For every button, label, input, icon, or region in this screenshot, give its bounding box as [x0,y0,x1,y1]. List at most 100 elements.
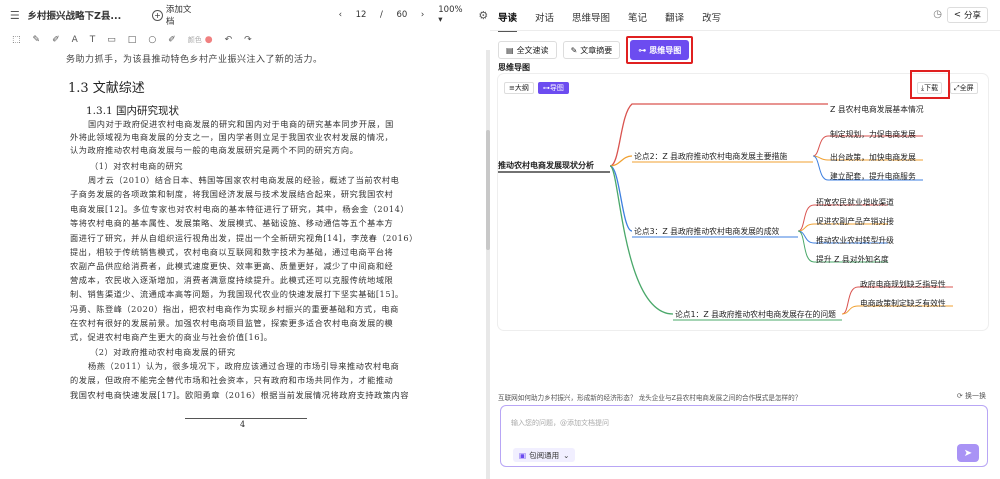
mindmap-highlight-box: ⊶ 思维导图 [626,36,694,64]
send-icon: ➤ [963,447,973,459]
model-icon: ▣ [519,450,527,460]
tab-translate[interactable]: 翻译 [665,10,684,24]
tab-rewrite[interactable]: 改写 [702,10,721,24]
subsection-heading: 1.3.1 国内研究现状 [86,105,180,117]
document-line: 在农村有很好的发展前景。加强农村电商项目监管，探索更多适合农村电商发展的模 [70,318,394,328]
color-label: 颜色 [187,36,202,44]
mindmap-node-b3-c4[interactable]: 提升 Z 县对外知名度 [816,254,889,265]
suggested-questions[interactable]: 互联网如何助力乡村振兴，形成新的经济形态？ 龙头企业与Z县农村电商发展之间的合作… [498,392,801,402]
document-line: 国内对于政府促进农村电商发展的研究和国内对于电商的研究基本同步开展，国 [88,119,394,129]
document-line: 电商发展[12]。多位专家也对农村电商的基本特征进行了研究，其中，杨会金（201… [70,204,410,214]
download-highlight-box [910,70,950,99]
document-line: 营成本，农民收入逐渐增加，消费者满意度持续提升。此模式还可以克服传统地域限 [70,275,394,285]
document-title: 乡村振兴战略下Z县... [27,11,122,22]
mindmap-section-label: 思维导图 [498,63,530,72]
mindmap-node-branch3[interactable]: 论点3：Z 县政府推动农村电商发展的成效 [634,226,779,237]
circle-icon[interactable]: ○ [148,35,156,45]
pager: ‹ 12 / 60 › [339,10,425,20]
eraser-icon[interactable]: ✐ [168,35,176,45]
redo-icon[interactable]: ↷ [244,35,252,45]
rectangle-icon[interactable]: □ [128,35,137,45]
swap-questions-button[interactable]: ⟳ 换一换 [957,391,986,401]
mindmap-node-b3-c1[interactable]: 拓宽农民就业增收渠道 [816,197,894,208]
document-page: 务助力抓手，为该县推动特色乡村产业振兴注入了新的活力。 1.3 文献综述 1.3… [0,50,486,479]
undo-icon[interactable]: ↶ [225,35,233,45]
share-button[interactable]: < 分享 [946,7,988,23]
document-line: 子商务发展的各项政策和制度，将我国经济发展与技术发展结合起来，研究我国农村 [70,189,394,199]
full-read-button[interactable]: ▤ 全文速读 [498,41,557,59]
summary-label: 文章摘要 [580,45,613,55]
mindmap-node-b1-c1[interactable]: 政府电商规划缺乏指导性 [860,279,946,290]
mindmap-node-branch1[interactable]: 论点1：Z 县政府推动农村电商发展存在的问题 [675,309,836,320]
section-heading: 1.3 文献综述 [68,81,145,96]
page-current-input[interactable]: 12 [342,10,380,20]
mindmap-root-node[interactable]: 推动农村电商发展现状分析 [498,160,594,171]
note-icon[interactable]: ▭ [107,35,116,45]
document-line: 农副产品供应给消费者，此模式速度更快、效率更高、质量更好，减少了中间商和经 [70,261,394,271]
footer-rule [185,418,307,419]
zoom-level: 100% [438,5,463,15]
mindmap-button[interactable]: ⊶ 思维导图 [630,40,690,60]
zoom-select[interactable]: 100% ▾ [438,5,468,25]
marker-icon[interactable]: ✐ [52,35,60,45]
model-select[interactable]: ▣ 包阅通用 ⌄ [513,448,576,462]
document-line: （1）对农村电商的研究 [90,161,184,171]
refresh-icon: ⟳ [956,392,965,400]
add-document-label: 添加文档 [165,5,192,27]
mindmap-button-label: 思维导图 [649,45,682,55]
mindmap-node-b1-c2[interactable]: 电商政策制定缺乏有效性 [860,298,946,309]
tab-chat[interactable]: 对话 [535,10,554,24]
tab-notes[interactable]: 笔记 [628,10,647,24]
tab-divider [490,30,1000,31]
add-document-button[interactable]: + 添加文档 [152,3,198,27]
select-icon[interactable]: ⬚ [12,35,21,45]
tab-mindmap[interactable]: 思维导图 [572,10,610,24]
mindmap-node-b3-c2[interactable]: 促进农副产品产销对接 [816,216,894,227]
share-label: 分享 [963,11,981,21]
mindmap-node-b3-c3[interactable]: 推动农业农村转型升级 [816,235,894,246]
document-line: 的发展，但政府不能完全替代市场和社会资本，只有政府和市场共同作为，才能推动 [70,375,394,385]
next-page-icon[interactable]: › [421,10,424,20]
document-line: 面进行了研究，并从自组织运行视角出发，提出一个全新研究视角[14]，李茂春（20… [70,233,418,243]
annotation-toolbar: ⬚ ✎ ✐ A T ▭ □ ○ ✐ 颜色 ● ↶ ↷ [0,30,490,50]
document-line: 式，促进农村电商产生更大的商业与社会价值[16]。 [70,332,273,342]
gear-icon[interactable]: ⚙ [476,8,490,22]
paragraph-fragment: 务助力抓手，为该县推动特色乡村产业振兴注入了新的活力。 [66,55,323,65]
share-icon: < [953,10,961,20]
document-line: 认为政府推动农村电商发展与一般的电商发展研究是两个不同的研究方向。 [70,145,359,155]
chevron-down-icon: ⌄ [563,450,570,460]
mindmap-node-b2-c3[interactable]: 建立配套，提升电商服务 [830,171,916,182]
document-line: 杨燕（2011）认为，很多境况下，政府应该通过合理的市场引导来推动农村电商 [88,361,400,371]
document-line: 等将农村电商的基本属性、发展策略、发展模式、基础设施、移动通信等五个基本方 [70,218,394,228]
document-pane: ☰ 乡村振兴战略下Z县... + 添加文档 ‹ 12 / 60 › 100% ▾… [0,0,490,479]
tab-guide[interactable]: 导读 [498,10,518,32]
send-button[interactable]: ➤ [957,444,979,462]
mindmap-node-top[interactable]: Z 县农村电商发展基本情况 [830,104,924,115]
document-line: 提出，相较于传统销售模式，农村电商以互联网和数字技术为基础，通过电商平台将 [70,247,394,257]
underline-text-icon[interactable]: T [90,35,96,45]
list-icon[interactable]: ☰ [8,8,22,22]
document-line: 冯勇、陈登峰（2020）指出，把农村电商作为实现乡村振兴的重要基础和方式，电商 [70,304,399,314]
mindmap-node-branch2[interactable]: 论点2：Z 县政府推动农村电商发展主要措施 [634,151,787,162]
model-label: 包阅通用 [529,450,560,460]
document-topbar: ☰ 乡村振兴战略下Z县... + 添加文档 ‹ 12 / 60 › 100% ▾… [0,0,490,30]
question-input[interactable]: 输入您的问题，@添加文档提问 [511,418,609,428]
mindmap-icon: ⊶ [638,45,647,55]
mindmap-node-b2-c1[interactable]: 制定规划，力促电商发展 [830,129,916,140]
text-icon[interactable]: A [72,35,78,45]
summary-button[interactable]: ✎ 文章摘要 [562,41,621,59]
color-dot-icon[interactable]: ● [205,35,213,45]
history-icon[interactable]: ◷ [933,9,942,20]
full-read-label: 全文速读 [516,45,549,55]
document-line: （2）对政府推动农村电商发展的研究 [90,347,236,357]
document-line: 周才云（2010）结合日本、韩国等国家农村电商发展的经验，概述了当前农村电 [88,175,400,185]
page-total: 60 [396,10,408,20]
pen-icon[interactable]: ✎ [33,35,41,45]
question-input-box[interactable]: 输入您的问题，@添加文档提问 ▣ 包阅通用 ⌄ ➤ [500,405,988,467]
mindmap-node-b2-c2[interactable]: 出台政策，加快电商发展 [830,152,916,163]
edit-icon: ✎ [570,45,578,55]
document-line: 制、销售渠道少、流通成本高等问题，为我国现代农业的快速发展打下坚实基础[15]。 [70,289,404,299]
assistant-pane: 导读 对话 思维导图 笔记 翻译 改写 ◷ < 分享 ▤ 全文速读 ✎ 文章摘要… [490,0,1000,479]
document-line: 外将此领域视为电商发展的分支之一，国内学者则立足于我国农业农村发展的情况， [70,132,394,142]
document-line: 我国农村电商快速发展[17]。欧阳勇章（2016）根据当前发展情况将政府支持政策… [70,390,410,400]
